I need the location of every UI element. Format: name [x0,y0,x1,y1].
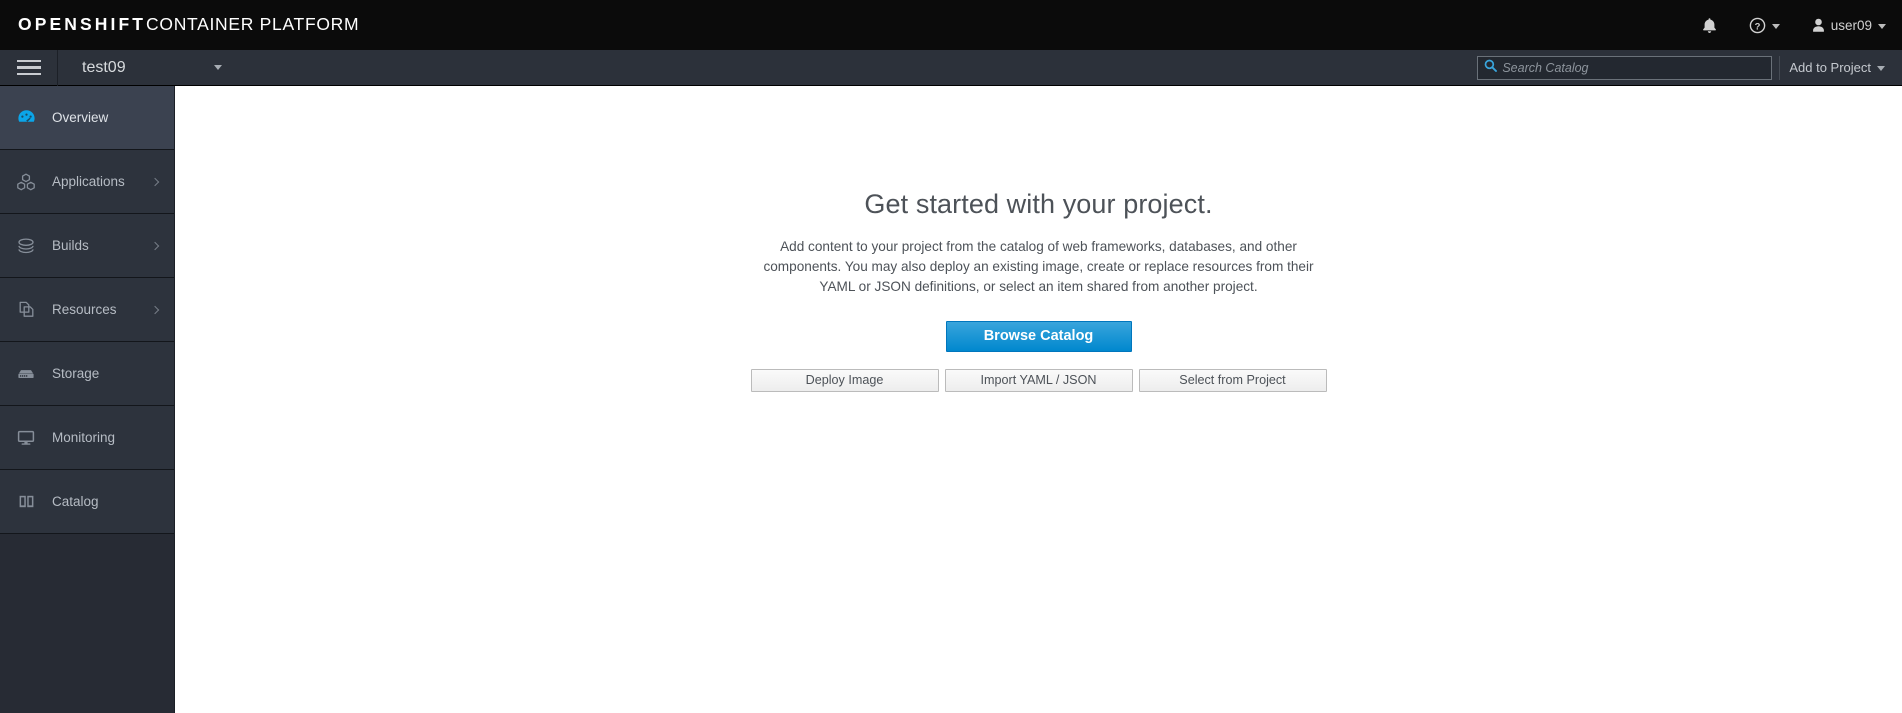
project-selector[interactable]: test09 [58,50,234,86]
hamburger-bar [16,66,41,69]
masthead: OPENSHIFTCONTAINER PLATFORM ? user09 [0,0,1902,50]
chevron-right-icon [150,305,160,314]
search-icon [1478,59,1502,77]
getting-started-panel: Get started with your project. Add conte… [175,86,1902,392]
cubes-icon [0,172,52,192]
import-yaml-json-button[interactable]: Import YAML / JSON [944,369,1133,392]
book-icon [0,492,52,511]
chevron-down-icon [214,65,222,70]
chevron-right-icon [150,241,160,250]
user-icon [1812,18,1825,33]
page-description: Add content to your project from the cat… [763,239,1314,294]
project-name-label: test09 [82,58,126,76]
sidebar-item-label: Applications [52,174,125,189]
chevron-down-icon [1878,23,1886,29]
bell-icon [1702,17,1717,34]
deploy-image-button[interactable]: Deploy Image [750,369,939,392]
select-from-project-button[interactable]: Select from Project [1138,369,1327,392]
sidebar-item-applications[interactable]: Applications [0,150,174,214]
sidebar-item-label: Storage [52,366,100,381]
sidebar-item-label: Overview [52,110,109,125]
brand-logo[interactable]: OPENSHIFTCONTAINER PLATFORM [18,16,359,34]
sidebar-nav: Overview Applications Builds Resources S… [0,86,175,713]
brand-name-light: CONTAINER PLATFORM [146,14,360,35]
sidebar-empty-space [0,534,174,616]
secondary-button-row: Deploy Image Import YAML / JSON Select f… [175,369,1902,392]
help-circle-icon: ? [1749,17,1766,34]
browse-catalog-button[interactable]: Browse Catalog [945,321,1132,352]
sidebar-item-label: Catalog [52,494,99,509]
sidebar-item-label: Monitoring [52,430,116,445]
secondary-toolbar: test09 Add to Project [0,49,1902,86]
copy-files-icon [0,299,52,320]
page-title: Get started with your project. [864,189,1213,219]
sidebar-item-label: Resources [52,302,117,317]
notifications-button[interactable] [1686,0,1733,50]
openshift-console: OPENSHIFTCONTAINER PLATFORM ? user09 tes… [0,0,1902,713]
search-input[interactable] [1502,60,1772,75]
add-to-project-label: Add to Project [1789,60,1871,75]
svg-text:?: ? [1754,21,1760,32]
sidebar-item-monitoring[interactable]: Monitoring [0,406,174,470]
hamburger-icon[interactable] [0,49,58,86]
dashboard-gauge-icon [0,107,52,128]
sidebar-item-resources[interactable]: Resources [0,278,174,342]
toolbar-right-group: Add to Project [1477,55,1902,80]
username-label: user09 [1830,17,1872,33]
add-to-project-dropdown[interactable]: Add to Project [1779,55,1894,80]
sidebar-item-label: Builds [52,238,89,253]
monitor-icon [0,428,52,447]
database-icon [0,365,52,383]
chevron-right-icon [150,177,160,186]
sidebar-item-catalog[interactable]: Catalog [0,470,174,534]
main-content: Get started with your project. Add conte… [175,86,1902,713]
masthead-actions: ? user09 [1686,0,1902,50]
user-menu[interactable]: user09 [1796,0,1902,50]
brand-name-bold: OPENSHIFT [18,14,147,35]
sidebar-item-overview[interactable]: Overview [0,86,174,150]
chevron-down-icon [1771,23,1780,29]
hamburger-bar [16,59,41,63]
layers-icon [0,236,52,256]
chevron-down-icon [1877,66,1885,71]
sidebar-item-builds[interactable]: Builds [0,214,174,278]
sidebar-item-storage[interactable]: Storage [0,342,174,406]
search-catalog-box[interactable] [1477,55,1773,80]
help-menu[interactable]: ? [1733,0,1796,50]
hamburger-bar [16,72,41,76]
